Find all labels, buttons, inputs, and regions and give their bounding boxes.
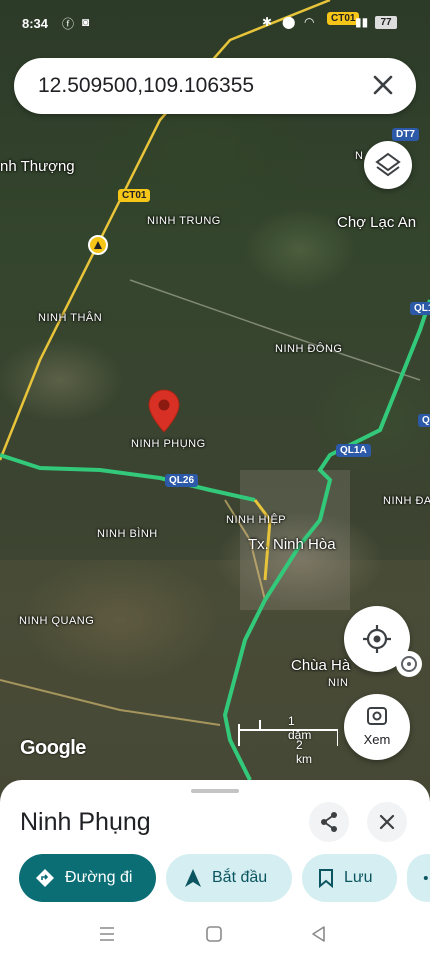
share-icon xyxy=(321,812,337,832)
home-icon[interactable] xyxy=(204,924,224,944)
road-badge: QL1A xyxy=(336,444,371,457)
close-search-button[interactable] xyxy=(368,70,398,100)
layers-icon xyxy=(375,152,401,177)
construction-icon[interactable] xyxy=(88,235,108,255)
location-icon: ⬤ xyxy=(282,15,296,29)
save-label: Lưu xyxy=(344,869,373,886)
search-bar[interactable]: 12.509500,109.106355 xyxy=(14,58,416,114)
start-navigation-button[interactable]: Bắt đầu xyxy=(166,854,292,902)
google-attribution: Google xyxy=(20,737,86,759)
road-badge: QL xyxy=(418,414,430,427)
place-label: NINH HIỆP xyxy=(226,514,287,526)
place-label: NINH TRUNG xyxy=(147,215,221,227)
place-label: Chùa Hà xyxy=(291,657,351,674)
place-title: Ninh Phụng xyxy=(20,808,151,836)
layers-button[interactable] xyxy=(364,141,412,189)
road-badge: QL26 xyxy=(165,474,199,487)
place-label: NINH ĐA xyxy=(383,495,430,507)
system-navigation-bar xyxy=(0,910,430,960)
directions-label: Đường đi xyxy=(65,869,133,886)
place-label: NINH BÌNH xyxy=(97,528,158,540)
wheel-icon[interactable] xyxy=(396,651,422,677)
battery-icon: 77 xyxy=(375,16,397,29)
road-badge: DT7 xyxy=(392,128,419,141)
place-label: nh Thượng xyxy=(0,158,75,175)
navigation-arrow-icon xyxy=(185,869,201,887)
share-icon xyxy=(423,876,428,880)
directions-button[interactable]: Đường đi xyxy=(19,854,156,902)
place-label-selected: NINH PHỤNG xyxy=(131,438,206,450)
app-notification-icon: ◙ xyxy=(82,15,90,29)
share-location-chip[interactable] xyxy=(407,854,430,902)
save-button[interactable]: Lưu xyxy=(302,854,397,902)
place-label: N xyxy=(355,150,364,162)
satellite-map[interactable]: nh Thượng NINH TRUNG Chợ Lạc An NINH THÂ… xyxy=(0,0,430,800)
road-badge: QL1 xyxy=(410,302,430,315)
bluetooth-icon: ✱ xyxy=(262,15,273,29)
status-bar: 8:34 ⓕ ◙ ✱ ⬤ ◠ CT01 ▮▮ 77 xyxy=(0,0,430,44)
search-query[interactable]: 12.509500,109.106355 xyxy=(38,74,254,98)
start-label: Bắt đầu xyxy=(212,869,268,886)
place-label: NINH ĐÔNG xyxy=(275,343,343,355)
place-label: Tx. Ninh Hòa xyxy=(248,536,336,553)
wifi-icon: ◠ xyxy=(304,15,315,29)
status-time: 8:34 xyxy=(22,16,49,31)
facebook-icon: ⓕ xyxy=(62,17,75,31)
place-label: NINH THÂN xyxy=(38,312,103,324)
share-button[interactable] xyxy=(309,802,349,842)
signal-icon: ▮▮ xyxy=(355,15,369,29)
map-roads-layer xyxy=(0,0,430,800)
bookmark-icon xyxy=(319,869,333,888)
close-icon xyxy=(373,75,393,95)
recents-menu-icon[interactable] xyxy=(97,924,117,944)
close-icon xyxy=(379,814,395,830)
drag-handle[interactable] xyxy=(191,789,239,793)
place-label: Chợ Lạc An xyxy=(337,214,417,231)
location-pin-icon[interactable] xyxy=(147,388,181,434)
place-label: NIN xyxy=(328,677,349,689)
back-icon[interactable] xyxy=(309,924,329,944)
lens-view-label: Xem xyxy=(363,732,391,747)
close-sheet-button[interactable] xyxy=(367,802,407,842)
road-badge: CT01 xyxy=(118,189,151,202)
directions-icon xyxy=(36,869,54,887)
place-label: NINH QUANG xyxy=(19,615,95,627)
lens-view-button[interactable]: Xem xyxy=(344,694,410,760)
